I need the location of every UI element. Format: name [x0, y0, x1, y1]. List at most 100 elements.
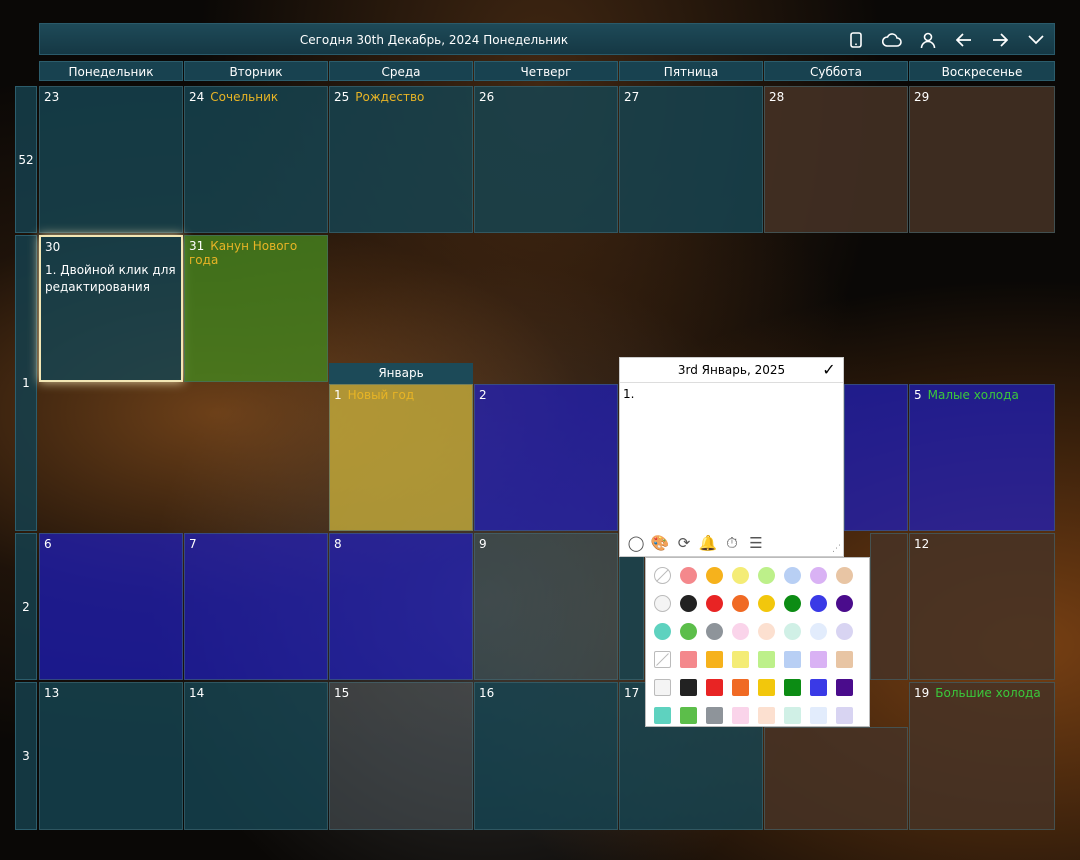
- color-swatch[interactable]: [784, 678, 801, 696]
- event-text[interactable]: 1. Двойной клик для редактирования: [45, 262, 177, 296]
- day-cell[interactable]: 15: [329, 682, 473, 830]
- color-swatch[interactable]: [732, 622, 749, 640]
- day-cell[interactable]: 13: [39, 682, 183, 830]
- day-cell[interactable]: 9: [474, 533, 618, 680]
- day-cell[interactable]: 8: [329, 533, 473, 680]
- day-cell[interactable]: 12: [909, 533, 1055, 680]
- color-swatch[interactable]: [836, 678, 853, 696]
- day-cell[interactable]: 16: [474, 682, 618, 830]
- day-cell[interactable]: 2: [474, 384, 618, 531]
- day-cell[interactable]: 7: [184, 533, 328, 680]
- color-swatch[interactable]: [758, 678, 775, 696]
- no-color-swatch[interactable]: [654, 650, 671, 668]
- color-swatch[interactable]: [680, 622, 697, 640]
- week-number[interactable]: 3: [15, 682, 37, 830]
- color-swatch[interactable]: [758, 566, 775, 584]
- color-swatch[interactable]: [836, 650, 853, 668]
- day-cell[interactable]: 29: [909, 86, 1055, 233]
- color-swatch[interactable]: [758, 622, 775, 640]
- color-swatch[interactable]: [732, 650, 749, 668]
- week-number[interactable]: 1: [15, 235, 37, 531]
- day-cell[interactable]: 28: [764, 86, 908, 233]
- color-swatch[interactable]: [732, 566, 749, 584]
- arrow-right-icon[interactable]: [982, 24, 1018, 56]
- color-swatch[interactable]: [706, 678, 723, 696]
- color-swatch[interactable]: [706, 622, 723, 640]
- list-clock-icon[interactable]: ☰: [744, 534, 768, 552]
- palette-icon[interactable]: 🎨: [648, 534, 672, 552]
- weekday-header-mon: Понедельник: [39, 61, 183, 81]
- arrow-left-icon[interactable]: [946, 24, 982, 56]
- week-number[interactable]: 52: [15, 86, 37, 233]
- pattern-swatch[interactable]: [654, 678, 671, 696]
- color-swatch[interactable]: [810, 706, 827, 724]
- day-cell[interactable]: 6: [39, 533, 183, 680]
- color-swatch[interactable]: [784, 594, 801, 612]
- color-swatch[interactable]: [706, 566, 723, 584]
- color-swatch[interactable]: [654, 622, 671, 640]
- day-cell[interactable]: 31 Канун Нового года: [184, 235, 328, 382]
- color-swatch[interactable]: [680, 706, 697, 724]
- user-icon[interactable]: [910, 24, 946, 56]
- color-swatch[interactable]: [810, 678, 827, 696]
- day-cell[interactable]: [764, 727, 908, 830]
- day-cell[interactable]: 5 Малые холода: [909, 384, 1055, 531]
- day-cell[interactable]: [844, 384, 908, 531]
- note-text-input[interactable]: 1.: [620, 383, 843, 405]
- day-cell-today[interactable]: 30 1. Двойной клик для редактирования: [39, 235, 183, 382]
- color-swatch[interactable]: [784, 650, 801, 668]
- day-cell[interactable]: 1 Новый год: [329, 384, 473, 531]
- bell-icon[interactable]: 🔔: [696, 534, 720, 552]
- day-cell[interactable]: [870, 533, 908, 680]
- color-swatch[interactable]: [784, 566, 801, 584]
- week-number[interactable]: 2: [15, 533, 37, 680]
- color-swatch[interactable]: [758, 594, 775, 612]
- color-swatch[interactable]: [706, 594, 723, 612]
- color-swatch[interactable]: [836, 594, 853, 612]
- check-icon[interactable]: ✓: [819, 358, 839, 382]
- color-swatch[interactable]: [810, 594, 827, 612]
- done-circle-icon[interactable]: ◯: [624, 534, 648, 552]
- day-cell[interactable]: 27: [619, 86, 763, 233]
- color-swatch[interactable]: [706, 706, 723, 724]
- color-swatch[interactable]: [758, 706, 775, 724]
- color-swatch[interactable]: [732, 594, 749, 612]
- repeat-icon[interactable]: ⟳: [672, 534, 696, 552]
- pattern-swatch[interactable]: [654, 594, 671, 612]
- editor-date: 3rd Январь, 2025: [677, 363, 786, 377]
- color-swatch[interactable]: [836, 706, 853, 724]
- color-swatch[interactable]: [680, 594, 697, 612]
- color-swatch[interactable]: [706, 650, 723, 668]
- color-swatch[interactable]: [732, 706, 749, 724]
- color-swatch[interactable]: [732, 678, 749, 696]
- color-swatch[interactable]: [654, 706, 671, 724]
- weekday-header-sun: Воскресенье: [909, 61, 1055, 81]
- resize-handle-icon[interactable]: ⋰: [832, 544, 841, 554]
- color-swatch[interactable]: [810, 566, 827, 584]
- day-cell[interactable]: 26: [474, 86, 618, 233]
- color-swatch[interactable]: [758, 650, 775, 668]
- color-swatch[interactable]: [836, 566, 853, 584]
- day-cell[interactable]: 24 Сочельник: [184, 86, 328, 233]
- holiday-label: Малые холода: [927, 388, 1019, 402]
- no-color-swatch[interactable]: [654, 566, 671, 584]
- day-cell[interactable]: 19 Большие холода: [909, 682, 1055, 830]
- phone-icon[interactable]: [838, 24, 874, 56]
- day-cell[interactable]: 23: [39, 86, 183, 233]
- month-label: Январь: [329, 363, 473, 384]
- color-swatch[interactable]: [680, 650, 697, 668]
- day-cell[interactable]: 25 Рождество: [329, 86, 473, 233]
- color-swatch[interactable]: [810, 622, 827, 640]
- color-swatch[interactable]: [810, 650, 827, 668]
- chevron-down-icon[interactable]: [1018, 24, 1054, 56]
- holiday-label: Сочельник: [210, 90, 279, 104]
- timer-icon[interactable]: ⏱: [720, 534, 744, 552]
- color-swatch[interactable]: [680, 566, 697, 584]
- color-swatch[interactable]: [836, 622, 853, 640]
- top-bar: Сегодня 30th Декабрь, 2024 Понедельник: [39, 23, 1055, 55]
- day-cell[interactable]: 14: [184, 682, 328, 830]
- color-swatch[interactable]: [784, 622, 801, 640]
- cloud-icon[interactable]: [874, 24, 910, 56]
- color-swatch[interactable]: [784, 706, 801, 724]
- color-swatch[interactable]: [680, 678, 697, 696]
